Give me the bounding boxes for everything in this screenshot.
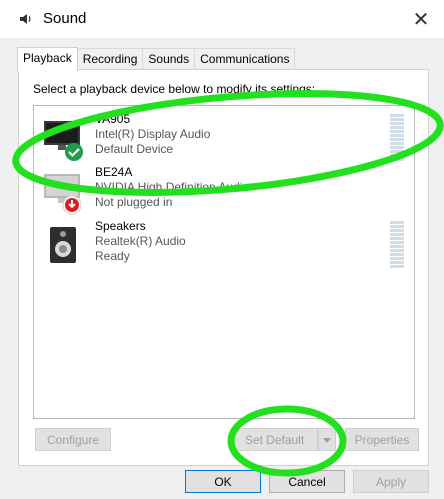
device-name: BE24A <box>95 165 133 179</box>
level-meter <box>390 114 404 162</box>
check-badge-icon <box>65 143 83 161</box>
window-title: Sound <box>43 10 87 27</box>
device-list[interactable]: VA905 Intel(R) Display Audio Default Dev… <box>33 105 415 419</box>
tab-sounds[interactable]: Sounds <box>142 48 196 70</box>
speaker-title-icon <box>20 14 31 24</box>
device-driver: Intel(R) Display Audio <box>95 127 211 141</box>
set-default-dropdown-button[interactable] <box>318 428 336 451</box>
speaker-icon <box>50 227 76 263</box>
device-status: Default Device <box>95 142 174 156</box>
tab-communications[interactable]: Communications <box>194 48 296 70</box>
properties-button[interactable]: Properties <box>345 428 419 451</box>
tab-playback[interactable]: Playback <box>17 47 78 71</box>
tab-recording[interactable]: Recording <box>76 48 144 70</box>
device-name: Speakers <box>95 219 146 233</box>
apply-button[interactable]: Apply <box>353 470 429 493</box>
instruction-text: Select a playback device below to modify… <box>33 82 316 96</box>
tab-strip: Playback Recording Sounds Communications <box>17 47 296 71</box>
set-default-button[interactable]: Set Default <box>231 428 318 451</box>
cancel-button[interactable]: Cancel <box>269 470 345 493</box>
dialog-body: Playback Recording Sounds Communications… <box>0 38 444 499</box>
unplugged-badge-icon <box>62 195 82 215</box>
sound-dialog: Sound ✕ Playback Recording Sounds Commun… <box>0 0 444 499</box>
ok-button[interactable]: OK <box>185 470 261 493</box>
device-item-va905[interactable]: VA905 Intel(R) Display Audio Default Dev… <box>40 112 412 166</box>
device-driver: Realtek(R) Audio <box>95 234 186 248</box>
device-item-speakers[interactable]: Speakers Realtek(R) Audio Ready <box>40 219 412 273</box>
device-item-be24a[interactable]: BE24A NVIDIA High Definition Audio Not p… <box>40 165 412 219</box>
configure-button[interactable]: Configure <box>35 428 111 451</box>
close-button[interactable]: ✕ <box>398 0 444 38</box>
level-meter <box>390 221 404 269</box>
device-status: Ready <box>95 249 130 263</box>
device-name: VA905 <box>95 112 131 126</box>
device-status: Not plugged in <box>95 195 173 209</box>
device-driver: NVIDIA High Definition Audio <box>95 180 250 194</box>
title-bar: Sound ✕ <box>0 0 444 38</box>
playback-panel: Select a playback device below to modify… <box>18 69 429 466</box>
